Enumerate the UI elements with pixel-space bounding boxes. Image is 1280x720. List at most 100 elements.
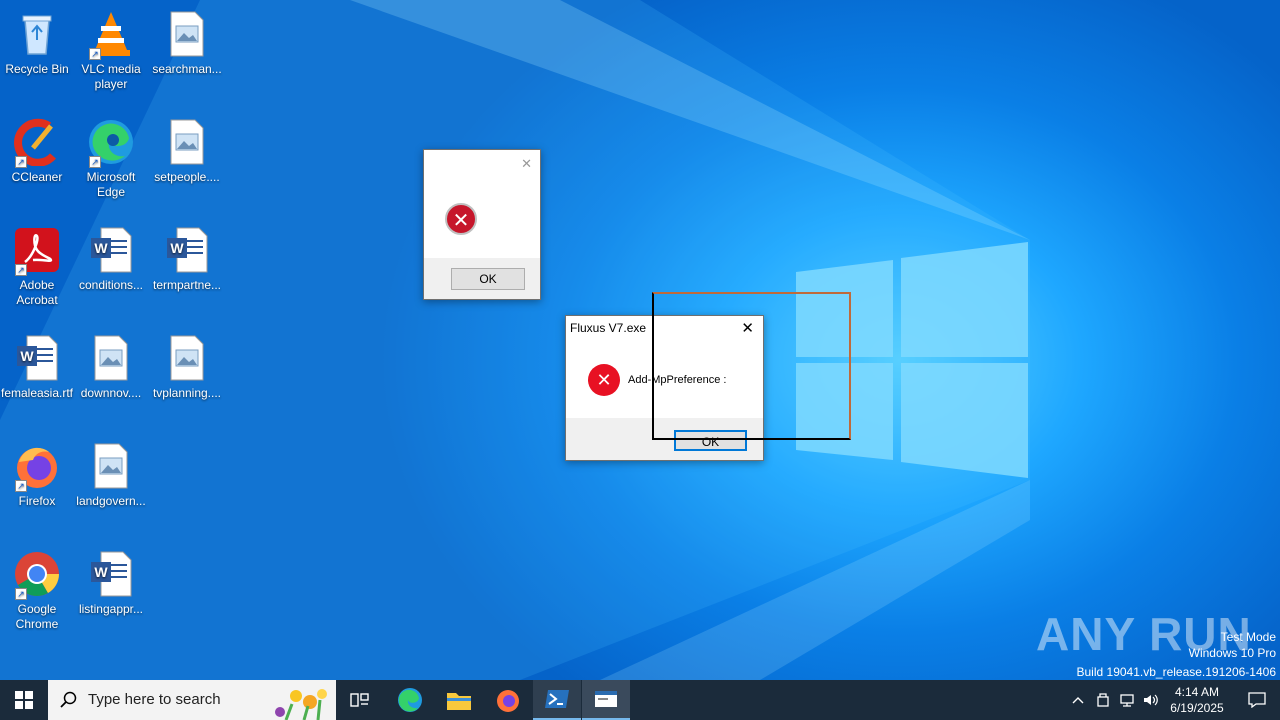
desktop-icon-termpartne[interactable]: W termpartne... [150, 220, 224, 293]
flowers-decoration-icon [275, 689, 327, 720]
svg-text:W: W [20, 348, 34, 364]
shortcut-arrow-icon: ↗ [89, 156, 101, 168]
desktop-icon-landgovern[interactable]: landgovern... [74, 436, 148, 509]
image-file-icon [87, 334, 135, 382]
desktop-icon-searchman[interactable]: searchman... [150, 4, 224, 77]
desktop-icon-recycle-bin[interactable]: Recycle Bin [0, 4, 74, 77]
test-mode-label: Test Mode [1220, 630, 1276, 644]
word-document-icon: W [13, 334, 61, 382]
icon-label: Adobe Acrobat [16, 278, 58, 307]
icon-label: listingappr... [78, 602, 144, 616]
search-box[interactable]: Type here to search [48, 680, 336, 720]
device-icon [1097, 693, 1109, 707]
icon-label: searchman... [152, 62, 222, 76]
image-file-icon [163, 118, 211, 166]
show-hidden-icons[interactable] [1066, 680, 1090, 720]
desktop-icon-firefox[interactable]: ↗ Firefox [0, 436, 74, 509]
clock-time: 4:14 AM [1174, 685, 1220, 699]
chrome-icon: ↗ [13, 550, 61, 600]
notification-icon [1248, 692, 1266, 708]
word-document-icon: W [87, 550, 135, 598]
error-icon: ✕ [588, 364, 620, 396]
speaker-icon [1144, 694, 1158, 706]
vlc-cone-icon: ↗ [87, 10, 135, 60]
desktop-icon-chrome[interactable]: ↗ Google Chrome [0, 544, 74, 632]
os-edition-label: Windows 10 Pro [1188, 646, 1276, 660]
shortcut-arrow-icon: ↗ [15, 156, 27, 168]
edge-icon [398, 688, 422, 712]
start-button[interactable] [0, 680, 48, 720]
tray-app-icon[interactable] [1091, 680, 1115, 720]
search-icon [60, 691, 77, 708]
shortcut-arrow-icon: ↗ [15, 264, 27, 276]
word-document-icon: W [163, 226, 211, 274]
selection-rectangle [652, 292, 851, 440]
search-placeholder: Type here to search [88, 691, 221, 708]
desktop-icon-tvplanning[interactable]: tvplanning.... [150, 328, 224, 401]
icon-label: Firefox [18, 494, 56, 508]
network-icon [1120, 694, 1134, 707]
task-view-icon [350, 693, 369, 707]
taskbar-powershell[interactable] [533, 680, 581, 720]
task-view-button[interactable] [336, 680, 384, 720]
window-icon [595, 691, 617, 707]
icon-label: Google Chrome [15, 602, 59, 631]
icon-label: VLC media player [81, 62, 141, 91]
volume-button[interactable] [1139, 680, 1163, 720]
taskbar-firefox[interactable] [484, 680, 532, 720]
firefox-icon [497, 690, 519, 712]
svg-text:W: W [94, 240, 108, 256]
word-document-icon: W [87, 226, 135, 274]
powershell-icon [545, 690, 569, 708]
action-center-button[interactable] [1234, 680, 1280, 720]
chevron-up-icon [1072, 697, 1084, 704]
clock-date: 6/19/2025 [1170, 701, 1224, 715]
taskbar-active-dialog[interactable] [582, 680, 630, 720]
taskbar-file-explorer[interactable] [435, 680, 483, 720]
ccleaner-icon: ↗ [13, 118, 61, 168]
desktop-icon-edge[interactable]: ↗ Microsoft Edge [74, 112, 148, 200]
clock[interactable]: 4:14 AM 6/19/2025 [1163, 680, 1231, 720]
acrobat-icon: ↗ [13, 226, 61, 276]
desktop-icon-femaleasia[interactable]: W femaleasia.rtf [0, 328, 74, 401]
icon-label: landgovern... [76, 494, 146, 508]
desktop-icon-listingappr[interactable]: W listingappr... [74, 544, 148, 617]
svg-text:W: W [94, 564, 108, 580]
image-file-icon [163, 10, 211, 58]
icon-label: termpartne... [152, 278, 222, 292]
icon-label: downnov.... [80, 386, 142, 400]
folder-icon [447, 693, 471, 710]
shortcut-arrow-icon: ↗ [89, 48, 101, 60]
error-icon: ✕ [445, 203, 477, 235]
recycle-bin-icon [13, 10, 61, 58]
dialog-title: Fluxus V7.exe [570, 321, 647, 335]
desktop-icon-downnov[interactable]: downnov.... [74, 328, 148, 401]
firefox-icon: ↗ [13, 442, 61, 492]
desktop-icon-conditions[interactable]: W conditions... [74, 220, 148, 293]
taskbar: Type here to search 4:14 AM 6/19/2025 [0, 680, 1280, 720]
desktop-icon-setpeople[interactable]: setpeople.... [150, 112, 224, 185]
icon-label: femaleasia.rtf [0, 386, 74, 400]
icon-label: Microsoft Edge [86, 170, 136, 199]
image-file-icon [87, 442, 135, 490]
network-button[interactable] [1115, 680, 1139, 720]
shortcut-arrow-icon: ↗ [15, 588, 27, 600]
close-button[interactable]: ✕ [521, 156, 532, 172]
desktop-icon-ccleaner[interactable]: ↗ CCleaner [0, 112, 74, 185]
icon-label: Recycle Bin [5, 62, 69, 76]
shortcut-arrow-icon: ↗ [15, 480, 27, 492]
svg-text:W: W [170, 240, 184, 256]
image-file-icon [163, 334, 211, 382]
desktop-icon-acrobat[interactable]: ↗ Adobe Acrobat [0, 220, 74, 308]
icon-label: setpeople.... [154, 170, 220, 184]
error-dialog-untitled: ✕ ✕ OK [423, 149, 541, 300]
icon-label: CCleaner [11, 170, 63, 184]
windows-logo-icon [15, 691, 33, 709]
desktop-icon-vlc[interactable]: ↗ VLC media player [74, 4, 148, 92]
ok-button[interactable]: OK [451, 268, 525, 290]
taskbar-edge[interactable] [386, 680, 434, 720]
build-label: Build 19041.vb_release.191206-1406 [1076, 665, 1277, 679]
icon-label: tvplanning.... [152, 386, 222, 400]
icon-label: conditions... [78, 278, 144, 292]
edge-icon: ↗ [87, 118, 135, 168]
